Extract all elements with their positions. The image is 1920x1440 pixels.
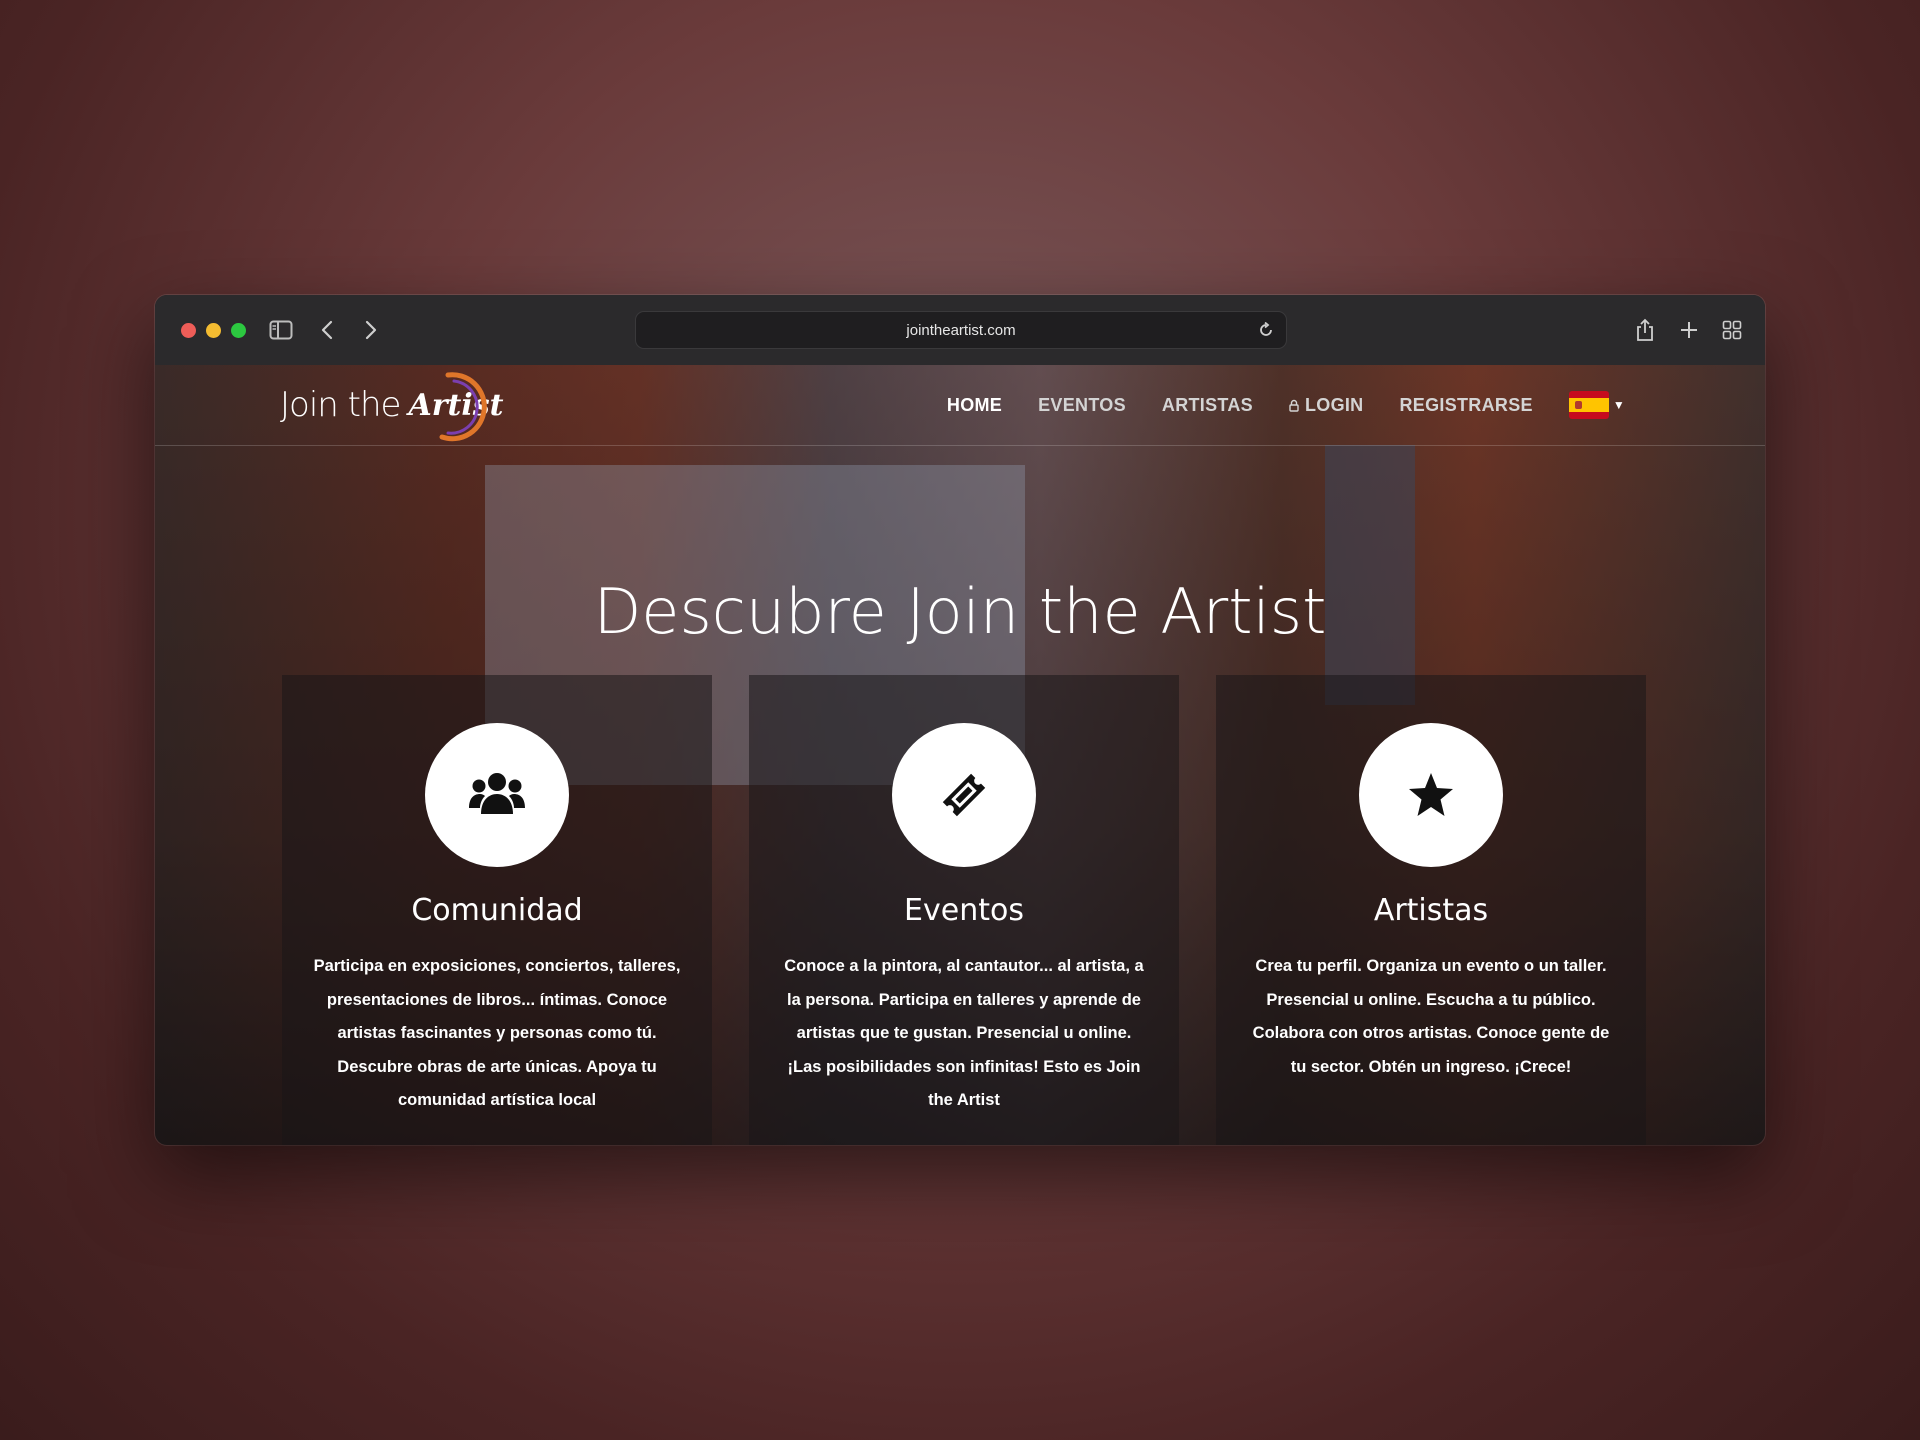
card-icon-circle bbox=[425, 723, 569, 867]
reload-icon[interactable] bbox=[1254, 318, 1278, 342]
share-icon[interactable] bbox=[1629, 313, 1661, 347]
sidebar-icon[interactable] bbox=[265, 313, 297, 347]
back-icon[interactable] bbox=[311, 313, 343, 347]
zoom-window-button[interactable] bbox=[231, 323, 246, 338]
users-icon bbox=[469, 773, 525, 814]
new-tab-icon[interactable] bbox=[1673, 313, 1705, 347]
tab-overview-icon[interactable] bbox=[1716, 313, 1748, 347]
spain-flag-icon bbox=[1568, 391, 1609, 419]
card-icon-circle bbox=[1359, 723, 1503, 867]
forward-icon[interactable] bbox=[355, 313, 387, 347]
card-description: Crea tu perfil. Organiza un evento o un … bbox=[1252, 957, 1610, 1076]
card-artistas: Artistas Crea tu perfil. Organiza un eve… bbox=[1216, 675, 1646, 1145]
site-navbar: Join the Artist HOME EVENTOS ARTISTAS LO… bbox=[155, 365, 1765, 446]
nav-login[interactable]: LOGIN bbox=[1289, 395, 1364, 416]
nav-artistas[interactable]: ARTISTAS bbox=[1162, 395, 1253, 416]
url-text: jointheartist.com bbox=[906, 321, 1016, 339]
address-bar[interactable]: jointheartist.com bbox=[635, 311, 1287, 349]
ticket-icon bbox=[942, 773, 986, 817]
close-window-button[interactable] bbox=[181, 323, 196, 338]
browser-window: jointheartist.com Join the Artist HOME E… bbox=[155, 295, 1765, 1145]
nav-registrarse[interactable]: REGISTRARSE bbox=[1399, 395, 1532, 416]
chevron-down-icon: ▼ bbox=[1612, 398, 1625, 412]
card-description: Participa en exposiciones, conciertos, t… bbox=[313, 957, 681, 1109]
site-logo[interactable]: Join the Artist bbox=[280, 365, 510, 445]
nav-home[interactable]: HOME bbox=[947, 395, 1002, 416]
logo-swirl-icon bbox=[439, 372, 487, 442]
hero-title: Descubre Join the Artist bbox=[593, 575, 1327, 648]
card-eventos: Eventos Conoce a la pintora, al cantauto… bbox=[749, 675, 1179, 1145]
card-icon-circle bbox=[892, 723, 1036, 867]
nav-login-label: LOGIN bbox=[1304, 394, 1364, 415]
nav-eventos[interactable]: EVENTOS bbox=[1038, 395, 1126, 416]
minimize-window-button[interactable] bbox=[206, 323, 221, 338]
lock-icon bbox=[1289, 399, 1299, 412]
main-nav: HOME EVENTOS ARTISTAS LOGIN REGISTRARSE … bbox=[947, 365, 1625, 445]
browser-toolbar: jointheartist.com bbox=[155, 295, 1765, 366]
web-page: Join the Artist HOME EVENTOS ARTISTAS LO… bbox=[155, 365, 1765, 1145]
card-title: Comunidad bbox=[411, 893, 583, 928]
card-comunidad: Comunidad Participa en exposiciones, con… bbox=[282, 675, 712, 1145]
card-description: Conoce a la pintora, al cantautor... al … bbox=[784, 957, 1144, 1109]
logo-text: Join the bbox=[280, 385, 401, 425]
language-selector[interactable]: ▼ bbox=[1568, 391, 1625, 419]
card-title: Eventos bbox=[904, 893, 1024, 928]
card-title: Artistas bbox=[1373, 893, 1489, 928]
star-icon bbox=[1409, 773, 1453, 816]
